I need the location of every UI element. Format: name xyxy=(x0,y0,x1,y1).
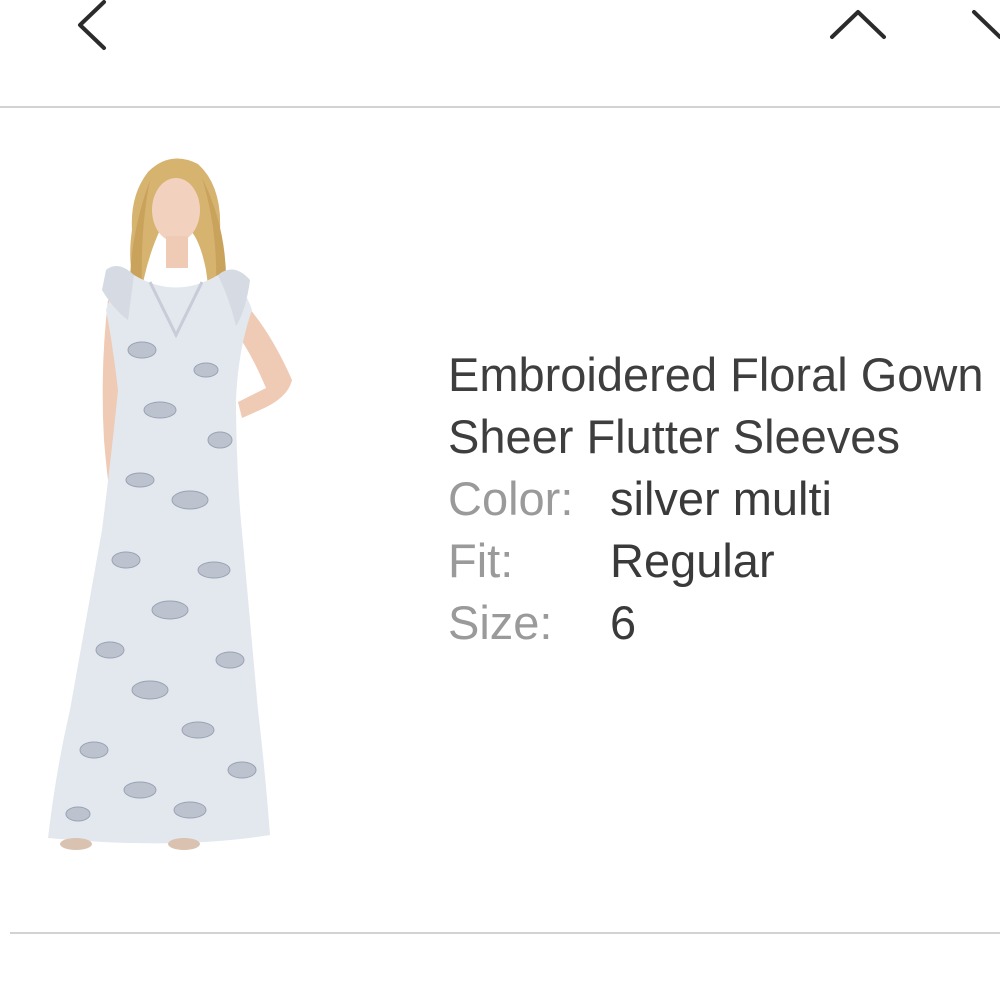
previous-item-button[interactable] xyxy=(826,0,890,44)
chevron-left-icon xyxy=(78,0,106,50)
color-value: silver multi xyxy=(610,472,832,525)
size-value: 6 xyxy=(610,596,637,649)
product-image[interactable] xyxy=(30,150,320,860)
bottom-divider xyxy=(10,932,1000,934)
product-title-line-1: Embroidered Floral Gown xyxy=(448,348,984,401)
attribute-fit-row: Fit: Regular xyxy=(448,530,1000,592)
color-label: Color: xyxy=(448,472,574,525)
fit-value: Regular xyxy=(610,534,775,587)
product-details: Embroidered Floral Gown Sheer Flutter Sl… xyxy=(448,344,1000,654)
product-detail-page: Embroidered Floral Gown Sheer Flutter Sl… xyxy=(0,0,1000,1000)
product-title-line-2: Sheer Flutter Sleeves xyxy=(448,410,900,463)
top-divider xyxy=(0,106,1000,108)
next-item-button[interactable] xyxy=(966,0,1000,44)
back-button[interactable] xyxy=(70,0,120,56)
chevron-down-icon xyxy=(972,10,1000,39)
top-navigation-bar xyxy=(0,0,1000,106)
attribute-color-row: Color: silver multi xyxy=(448,468,1000,530)
size-label: Size: xyxy=(448,596,553,649)
chevron-up-icon xyxy=(830,10,886,39)
gown-model-illustration xyxy=(48,158,292,850)
attribute-size-row: Size: 6 xyxy=(448,592,1000,654)
fit-label: Fit: xyxy=(448,534,514,587)
